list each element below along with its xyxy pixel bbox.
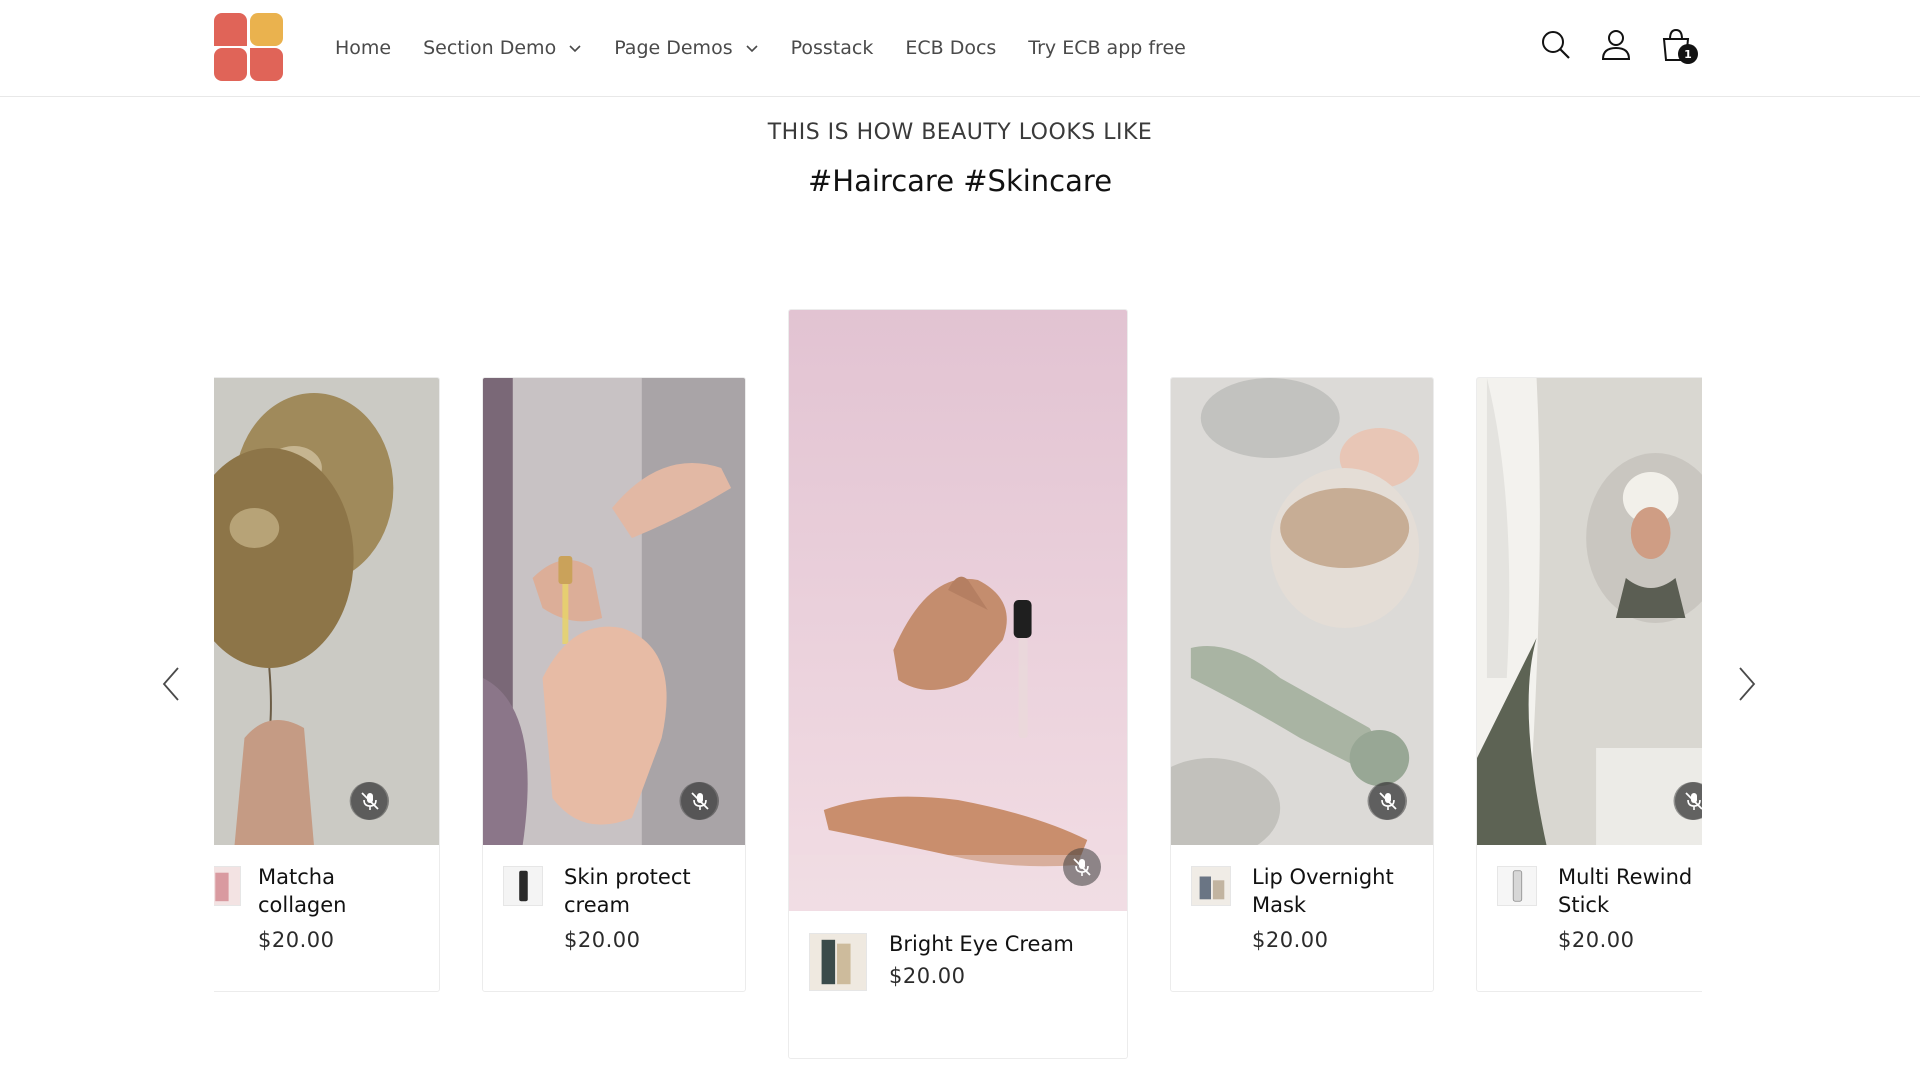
nav-item-label: ECB Docs <box>905 36 997 59</box>
product-video-card[interactable]: Bright Eye Cream $20.00 <box>788 309 1128 1059</box>
nav-item-try-ecb[interactable]: Try ECB app free <box>1028 37 1186 59</box>
product-price: $20.00 <box>258 928 335 952</box>
chevron-left-icon <box>162 667 179 701</box>
nav-item-section-demo[interactable]: Section Demo <box>423 37 582 59</box>
chevron-right-icon <box>1739 667 1756 701</box>
product-video-card[interactable]: Lip Overnight Mask $20.00 <box>1170 377 1434 992</box>
cart-icon[interactable]: 1 <box>1660 28 1698 64</box>
search-icon[interactable] <box>1540 28 1572 62</box>
product-name[interactable]: Skin protect cream <box>564 863 734 919</box>
carousel-prev-button[interactable] <box>158 664 184 704</box>
product-name[interactable]: Bright Eye Cream <box>889 930 1109 958</box>
section-title: #Haircare #Skincare <box>807 164 1113 198</box>
product-video-card[interactable]: Multi Rewind Stick $20.00 <box>1476 377 1702 992</box>
nav-item-ecb-docs[interactable]: ECB Docs <box>905 37 996 59</box>
header-icons: 1 <box>1540 28 1720 64</box>
product-video[interactable] <box>214 378 439 845</box>
product-video[interactable] <box>1171 378 1433 845</box>
carousel-next-button[interactable] <box>1734 664 1760 704</box>
mute-icon[interactable] <box>1369 782 1407 820</box>
product-thumbnail <box>809 933 867 991</box>
product-video[interactable] <box>789 310 1127 911</box>
product-price: $20.00 <box>1558 928 1635 952</box>
mute-icon[interactable] <box>1063 848 1101 886</box>
nav-item-label: Page Demos <box>614 36 733 59</box>
nav-item-label: Try ECB app free <box>1028 36 1186 59</box>
nav-item-label: Posstack <box>790 36 874 59</box>
product-price: $20.00 <box>889 964 966 988</box>
account-icon[interactable] <box>1600 28 1632 62</box>
nav-item-home[interactable]: Home <box>335 37 391 59</box>
product-video-card[interactable]: Skin protect cream $20.00 <box>482 377 746 992</box>
product-price: $20.00 <box>564 928 641 952</box>
cart-count-badge: 1 <box>1678 44 1698 64</box>
mute-icon[interactable] <box>681 782 719 820</box>
product-thumbnail <box>214 866 241 906</box>
product-name[interactable]: Lip Overnight Mask <box>1252 863 1422 919</box>
nav-item-label: Section Demo <box>423 36 557 59</box>
site-header: Home Section Demo Page Demos Posstack EC… <box>0 0 1920 97</box>
chevron-down-icon <box>569 44 581 52</box>
section-eyebrow: THIS IS HOW BEAUTY LOOKS LIKE <box>767 120 1153 145</box>
video-carousel: Matcha collagen $20.00 Skin protect crea… <box>214 300 1702 1070</box>
main-nav: Home Section Demo Page Demos Posstack EC… <box>335 0 1218 95</box>
product-name[interactable]: Multi Rewind Stick <box>1558 863 1702 919</box>
product-thumbnail <box>1497 866 1537 906</box>
product-thumbnail <box>1191 866 1231 906</box>
product-name[interactable]: Matcha collagen <box>258 863 428 919</box>
product-thumbnail <box>503 866 543 906</box>
nav-item-page-demos[interactable]: Page Demos <box>614 37 758 59</box>
nav-item-posstack[interactable]: Posstack <box>791 37 874 59</box>
brand-logo[interactable] <box>214 13 283 81</box>
product-video[interactable] <box>1477 378 1702 845</box>
product-video[interactable] <box>483 378 745 845</box>
chevron-down-icon <box>746 44 758 52</box>
mute-icon[interactable] <box>351 782 389 820</box>
product-video-card[interactable]: Matcha collagen $20.00 <box>214 377 440 992</box>
product-price: $20.00 <box>1252 928 1329 952</box>
nav-item-label: Home <box>335 36 392 59</box>
